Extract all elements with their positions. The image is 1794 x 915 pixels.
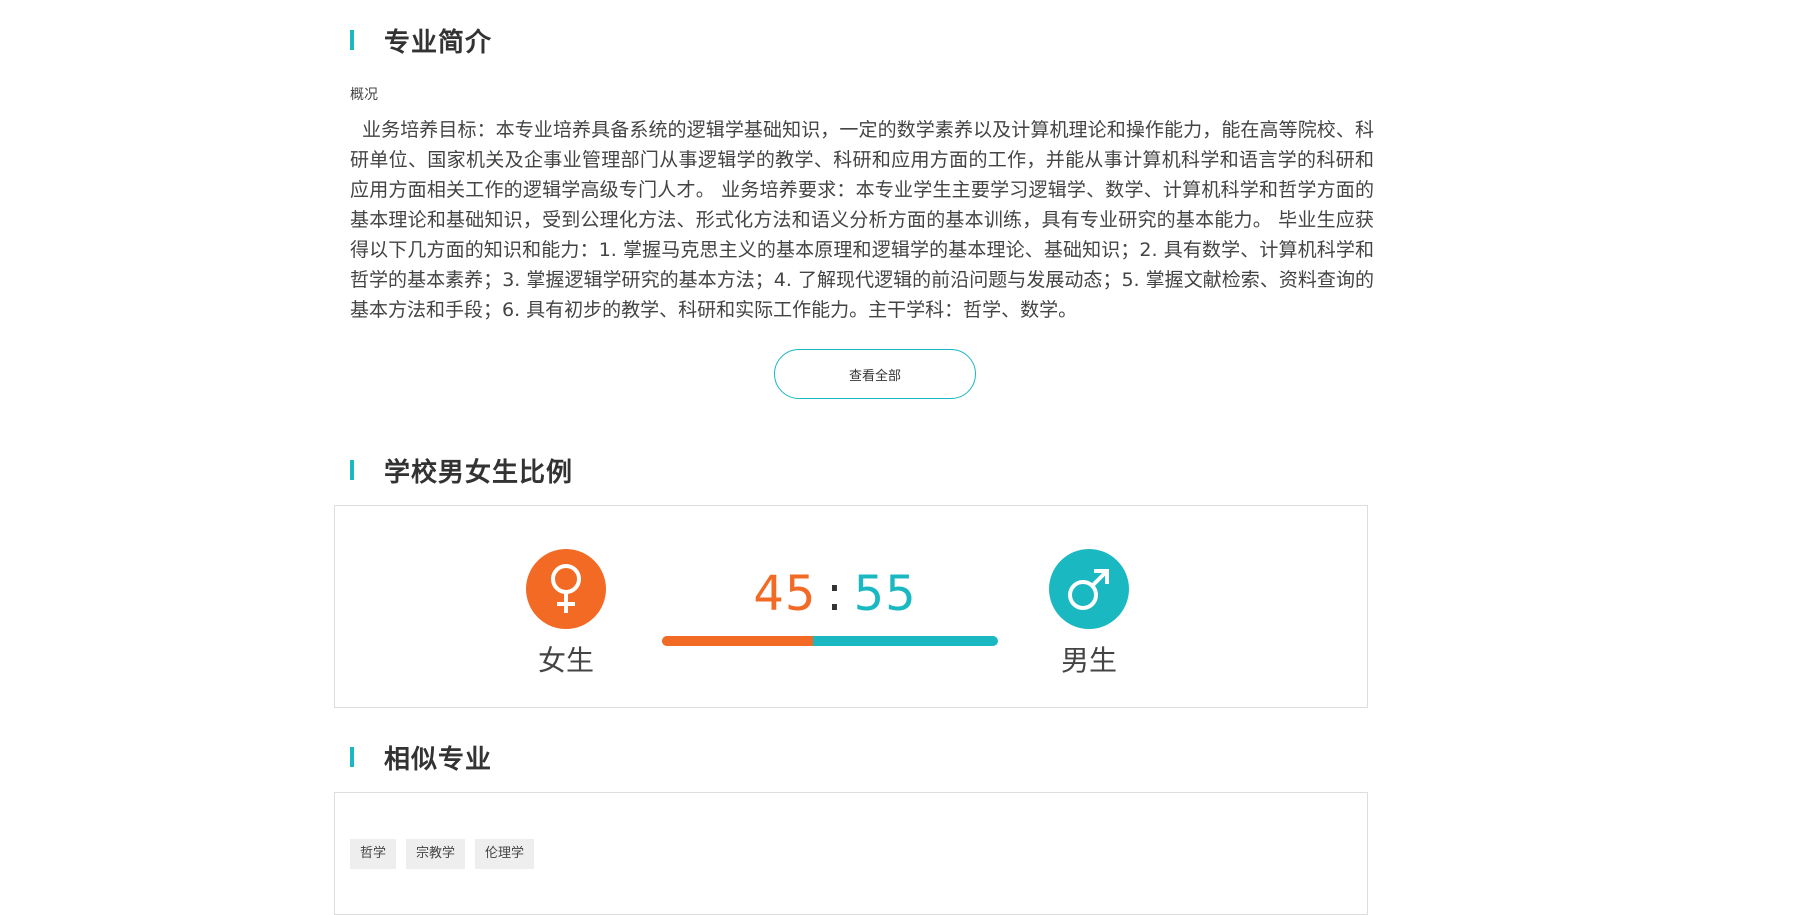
similar-major-tags: 哲学 宗教学 伦理学 <box>350 839 544 869</box>
title-accent-bar <box>350 460 354 480</box>
intro-subhead: 概况 <box>350 87 378 103</box>
similar-major-tag[interactable]: 伦理学 <box>475 839 535 869</box>
female-symbol-icon <box>526 549 606 629</box>
section-title-intro: 专业简介 <box>350 24 493 58</box>
similar-major-tag[interactable]: 宗教学 <box>406 839 466 869</box>
male-label: 男生 <box>1060 644 1117 677</box>
gender-ratio-panel: 女生 45:55 男生 <box>334 505 1368 708</box>
intro-text: 业务培养目标：本专业培养具备系统的逻辑学基础知识，一定的数学素养以及计算机理论和… <box>350 119 1374 321</box>
similar-majors-panel: 哲学 宗教学 伦理学 <box>334 792 1368 915</box>
ratio-title: 学校男女生比例 <box>384 457 574 488</box>
similar-title: 相似专业 <box>384 744 493 775</box>
ratio-separator: : <box>826 566 844 622</box>
similar-major-tag[interactable]: 哲学 <box>350 839 397 869</box>
title-accent-bar <box>350 30 354 50</box>
gender-ratio-bar <box>662 636 998 646</box>
section-title-similar: 相似专业 <box>350 741 493 775</box>
female-ratio-fill <box>662 636 814 646</box>
ratio-numbers: 45:55 <box>665 564 1005 624</box>
male-ratio-value: 55 <box>853 566 917 622</box>
title-accent-bar <box>350 747 354 767</box>
female-ratio-value: 45 <box>753 566 817 622</box>
view-all-button[interactable]: 查看全部 <box>774 349 976 399</box>
section-title-ratio: 学校男女生比例 <box>350 454 574 488</box>
female-label: 女生 <box>537 644 594 677</box>
male-symbol-icon <box>1049 549 1129 629</box>
intro-title: 专业简介 <box>384 27 493 58</box>
